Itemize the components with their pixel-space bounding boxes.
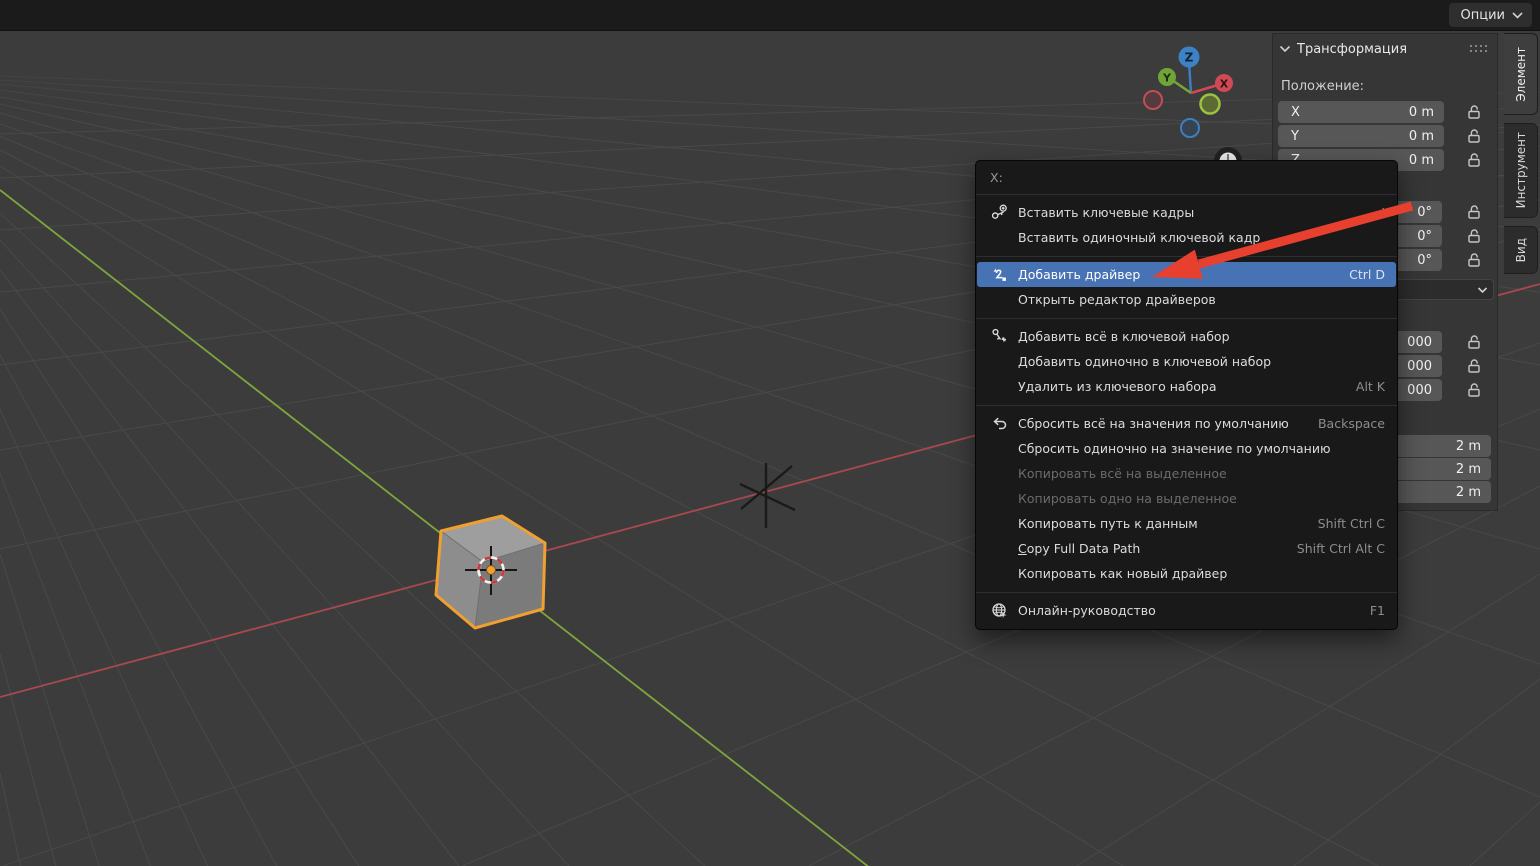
object-origin-dot <box>487 566 496 575</box>
undo-icon <box>989 415 1009 432</box>
sidebar-tabs: Элемент Инструмент Вид <box>1504 33 1538 282</box>
menu-item-label: Сбросить одиночно на значение по умолчан… <box>1018 441 1371 456</box>
context-menu: X: Вставить ключевые кадры I Вставить од… <box>975 160 1398 630</box>
gizmo-x-label: X <box>1220 78 1229 91</box>
lock-open-icon[interactable] <box>1466 334 1482 350</box>
menu-item-shortcut: Ctrl D <box>1349 267 1385 282</box>
gizmo-axis-z-neg[interactable] <box>1181 119 1199 137</box>
panel-title: Трансформация <box>1297 42 1407 57</box>
gizmo-axis-y-neg[interactable] <box>1201 95 1220 114</box>
menu-item-insert-keyframes[interactable]: Вставить ключевые кадры I <box>976 200 1397 225</box>
menu-item-label: Копировать путь к данным <box>1018 516 1304 531</box>
menu-item-copy-all-to-selected: Копировать всё на выделенное <box>976 461 1397 486</box>
tab-label: Вид <box>1514 238 1528 262</box>
menu-item-copy-data-path[interactable]: Копировать путь к данным Shift Ctrl C <box>976 511 1397 536</box>
field-value: 0 m <box>1409 105 1444 120</box>
field-value: 0° <box>1417 205 1432 220</box>
menu-item-shortcut: Shift Ctrl C <box>1318 516 1385 531</box>
panel-grip-icon[interactable] <box>1469 44 1487 53</box>
lock-open-icon[interactable] <box>1466 358 1482 374</box>
keyframe-add-icon <box>989 204 1009 221</box>
transform-panel-header[interactable]: Трансформация <box>1273 34 1497 64</box>
menu-item-shortcut: F1 <box>1370 603 1385 618</box>
menu-item-shortcut: Backspace <box>1318 416 1385 431</box>
context-menu-title: X: <box>976 161 1397 194</box>
gizmo-axis-x-neg[interactable] <box>1144 91 1162 109</box>
tab-label: Инструмент <box>1514 132 1528 208</box>
lock-open-icon[interactable] <box>1466 152 1482 168</box>
tab-view[interactable]: Вид <box>1504 226 1538 274</box>
chevron-down-icon <box>1512 12 1523 19</box>
field-value: 0 m <box>1409 153 1444 168</box>
menu-item-add-all-to-keying-set[interactable]: Добавить всё в ключевой набор <box>976 324 1397 349</box>
menu-item-copy-as-new-driver[interactable]: Копировать как новый драйвер <box>976 561 1397 586</box>
keying-set-icon <box>989 328 1009 345</box>
position-x-field[interactable]: X 0 m <box>1278 101 1444 123</box>
chevron-down-icon <box>1279 45 1291 53</box>
menu-item-insert-single-keyframe[interactable]: Вставить одиночный ключевой кадр <box>976 225 1397 250</box>
menu-item-shortcut: Alt K <box>1356 379 1385 394</box>
tab-element[interactable]: Элемент <box>1504 33 1538 115</box>
menu-item-label: Сбросить всё на значения по умолчанию <box>1018 416 1304 431</box>
menu-item-add-driver[interactable]: Добавить драйвер Ctrl D <box>977 262 1396 287</box>
menu-item-copy-single-to-selected: Копировать одно на выделенное <box>976 486 1397 511</box>
field-value: 000 <box>1407 383 1432 398</box>
field-value: 000 <box>1407 335 1432 350</box>
menu-item-open-drivers-editor[interactable]: Открыть редактор драйверов <box>976 287 1397 312</box>
menu-item-label: Добавить драйвер <box>1018 267 1335 282</box>
menu-item-label: Вставить ключевые кадры <box>1018 205 1367 220</box>
position-y-field[interactable]: Y 0 m <box>1278 125 1444 147</box>
gizmo-z-label: Z <box>1185 51 1194 65</box>
gizmo-y-label: Y <box>1162 72 1172 85</box>
lock-open-icon[interactable] <box>1466 104 1482 120</box>
field-value: 2 m <box>1456 485 1481 500</box>
options-button[interactable]: Опции <box>1449 3 1532 27</box>
field-value: 0° <box>1417 253 1432 268</box>
tab-label: Элемент <box>1514 47 1528 102</box>
menu-item-label: Копировать одно на выделенное <box>1018 491 1371 506</box>
menu-item-label: Вставить одиночный ключевой кадр <box>1018 230 1371 245</box>
menu-item-label: Copy Full Data Path <box>1018 541 1283 556</box>
axis-label: Y <box>1278 129 1321 144</box>
menu-item-online-manual[interactable]: Онлайн-руководство F1 <box>976 598 1397 623</box>
menu-item-add-single-to-keying-set[interactable]: Добавить одиночно в ключевой набор <box>976 349 1397 374</box>
menu-item-shortcut: I <box>1381 205 1385 220</box>
lock-open-icon[interactable] <box>1466 128 1482 144</box>
menu-item-label: Копировать как новый драйвер <box>1018 566 1371 581</box>
field-value: 2 m <box>1456 439 1481 454</box>
field-value: 0° <box>1417 229 1432 244</box>
menu-item-label: Удалить из ключевого набора <box>1018 379 1342 394</box>
globe-icon <box>989 602 1009 619</box>
field-value: 000 <box>1407 359 1432 374</box>
options-label: Опции <box>1461 8 1505 23</box>
menu-item-remove-from-keying-set[interactable]: Удалить из ключевого набора Alt K <box>976 374 1397 399</box>
menu-item-shortcut: Shift Ctrl Alt C <box>1297 541 1385 556</box>
menu-item-reset-single-default[interactable]: Сбросить одиночно на значение по умолчан… <box>976 436 1397 461</box>
menu-item-label: Онлайн-руководство <box>1018 603 1356 618</box>
menu-item-label: Копировать всё на выделенное <box>1018 466 1371 481</box>
field-value: 2 m <box>1456 462 1481 477</box>
chevron-down-icon <box>1477 284 1488 296</box>
menu-item-label: Открыть редактор драйверов <box>1018 292 1371 307</box>
driver-icon <box>989 266 1009 283</box>
field-value: 0 m <box>1409 129 1444 144</box>
menu-item-label: Добавить всё в ключевой набор <box>1018 329 1371 344</box>
viewport-header: Опции <box>0 0 1540 31</box>
lock-open-icon[interactable] <box>1466 228 1482 244</box>
tab-tool[interactable]: Инструмент <box>1504 123 1538 218</box>
position-label: Положение: <box>1281 79 1364 94</box>
menu-item-copy-full-data-path[interactable]: Copy Full Data Path Shift Ctrl Alt C <box>976 536 1397 561</box>
menu-item-reset-all-defaults[interactable]: Сбросить всё на значения по умолчанию Ba… <box>976 411 1397 436</box>
lock-open-icon[interactable] <box>1466 382 1482 398</box>
axis-label: X <box>1278 105 1321 120</box>
lock-open-icon[interactable] <box>1466 204 1482 220</box>
lock-open-icon[interactable] <box>1466 252 1482 268</box>
menu-item-label: Добавить одиночно в ключевой набор <box>1018 354 1371 369</box>
